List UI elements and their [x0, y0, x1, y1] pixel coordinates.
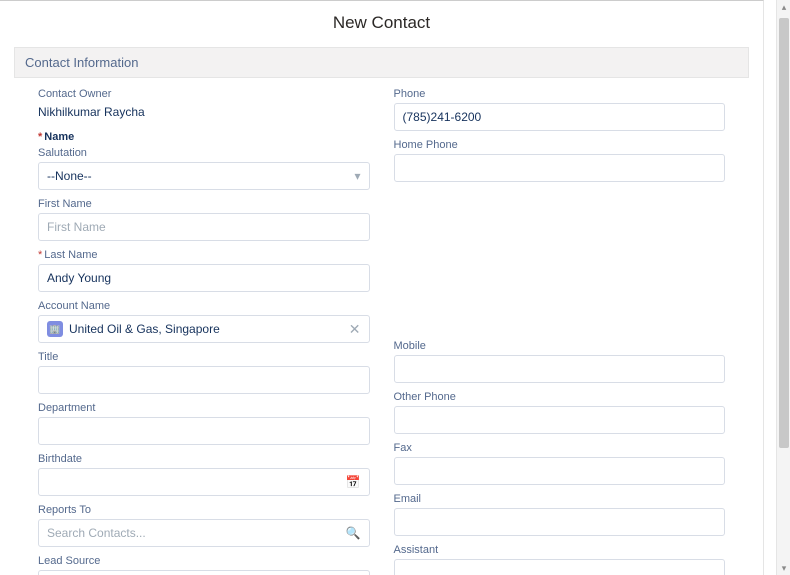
department-input[interactable]: [47, 424, 361, 438]
birthdate-label: Birthdate: [38, 453, 370, 465]
other-phone-field: Other Phone: [394, 391, 726, 434]
contact-owner-field: Contact Owner Nikhilkumar Raycha: [38, 88, 370, 123]
left-column: Contact Owner Nikhilkumar Raycha Name Sa…: [38, 88, 370, 575]
last-name-label: Last Name: [38, 249, 370, 261]
contact-owner-label: Contact Owner: [38, 88, 370, 100]
contact-owner-value: Nikhilkumar Raycha: [38, 103, 370, 123]
first-name-label: First Name: [38, 198, 370, 210]
reports-to-input[interactable]: [47, 526, 340, 540]
birthdate-field: Birthdate 📅: [38, 453, 370, 496]
assistant-field: Assistant: [394, 544, 726, 575]
clear-account-icon[interactable]: ✕: [349, 322, 361, 336]
scroll-thumb[interactable]: [779, 18, 789, 448]
assistant-input[interactable]: [403, 566, 717, 575]
salutation-value: --None--: [47, 169, 348, 183]
email-input[interactable]: [403, 515, 717, 529]
mobile-label: Mobile: [394, 340, 726, 352]
fax-field: Fax: [394, 442, 726, 485]
phone-field: Phone: [394, 88, 726, 131]
reports-to-lookup[interactable]: 🔍: [38, 519, 370, 547]
page-scrollbar[interactable]: ▴ ▾: [776, 0, 790, 575]
home-phone-input[interactable]: [403, 161, 717, 175]
assistant-label: Assistant: [394, 544, 726, 556]
title-input[interactable]: [47, 373, 361, 387]
birthdate-input-wrap[interactable]: 📅: [38, 468, 370, 496]
fax-label: Fax: [394, 442, 726, 454]
modal-title: New Contact: [0, 1, 763, 47]
account-icon: 🏢: [47, 321, 63, 337]
scroll-down-icon[interactable]: ▾: [777, 561, 790, 575]
salutation-field: Salutation --None-- ▾: [38, 147, 370, 190]
phone-input[interactable]: [403, 110, 717, 124]
title-label: Title: [38, 351, 370, 363]
home-phone-field: Home Phone: [394, 139, 726, 182]
lead-source-field: Lead Source Contact Using Hack ▾: [38, 555, 370, 575]
account-name-label: Account Name: [38, 300, 370, 312]
fax-input[interactable]: [403, 464, 717, 478]
mobile-field: Mobile: [394, 340, 726, 383]
mobile-input[interactable]: [403, 362, 717, 376]
other-phone-label: Other Phone: [394, 391, 726, 403]
salutation-label: Salutation: [38, 147, 370, 159]
department-field: Department: [38, 402, 370, 445]
other-phone-input[interactable]: [403, 413, 717, 427]
email-label: Email: [394, 493, 726, 505]
modal-scroll[interactable]: New Contact Contact Information Contact …: [0, 0, 764, 575]
name-heading: Name: [38, 131, 370, 143]
section-contact-info: Contact Information: [14, 47, 749, 78]
home-phone-label: Home Phone: [394, 139, 726, 151]
salutation-select[interactable]: --None-- ▾: [38, 162, 370, 190]
account-lookup[interactable]: 🏢 United Oil & Gas, Singapore ✕: [38, 315, 370, 343]
account-name-field: Account Name 🏢 United Oil & Gas, Singapo…: [38, 300, 370, 343]
first-name-field: First Name: [38, 198, 370, 241]
last-name-input[interactable]: [47, 271, 361, 285]
right-column: Phone Home Phone Mobile Other Phone Fax: [394, 88, 726, 575]
first-name-input[interactable]: [47, 220, 361, 234]
birthdate-input[interactable]: [47, 475, 340, 489]
calendar-icon[interactable]: 📅: [346, 475, 361, 489]
account-value: United Oil & Gas, Singapore: [69, 322, 220, 336]
reports-to-label: Reports To: [38, 504, 370, 516]
lead-source-select[interactable]: Contact Using Hack ▾: [38, 570, 370, 575]
title-field: Title: [38, 351, 370, 394]
chevron-down-icon[interactable]: ▾: [354, 169, 360, 183]
lead-source-label: Lead Source: [38, 555, 370, 567]
email-field: Email: [394, 493, 726, 536]
reports-to-field: Reports To 🔍: [38, 504, 370, 547]
phone-label: Phone: [394, 88, 726, 100]
last-name-field: Last Name: [38, 249, 370, 292]
department-label: Department: [38, 402, 370, 414]
search-icon[interactable]: 🔍: [346, 526, 361, 540]
scroll-up-icon[interactable]: ▴: [777, 0, 790, 14]
